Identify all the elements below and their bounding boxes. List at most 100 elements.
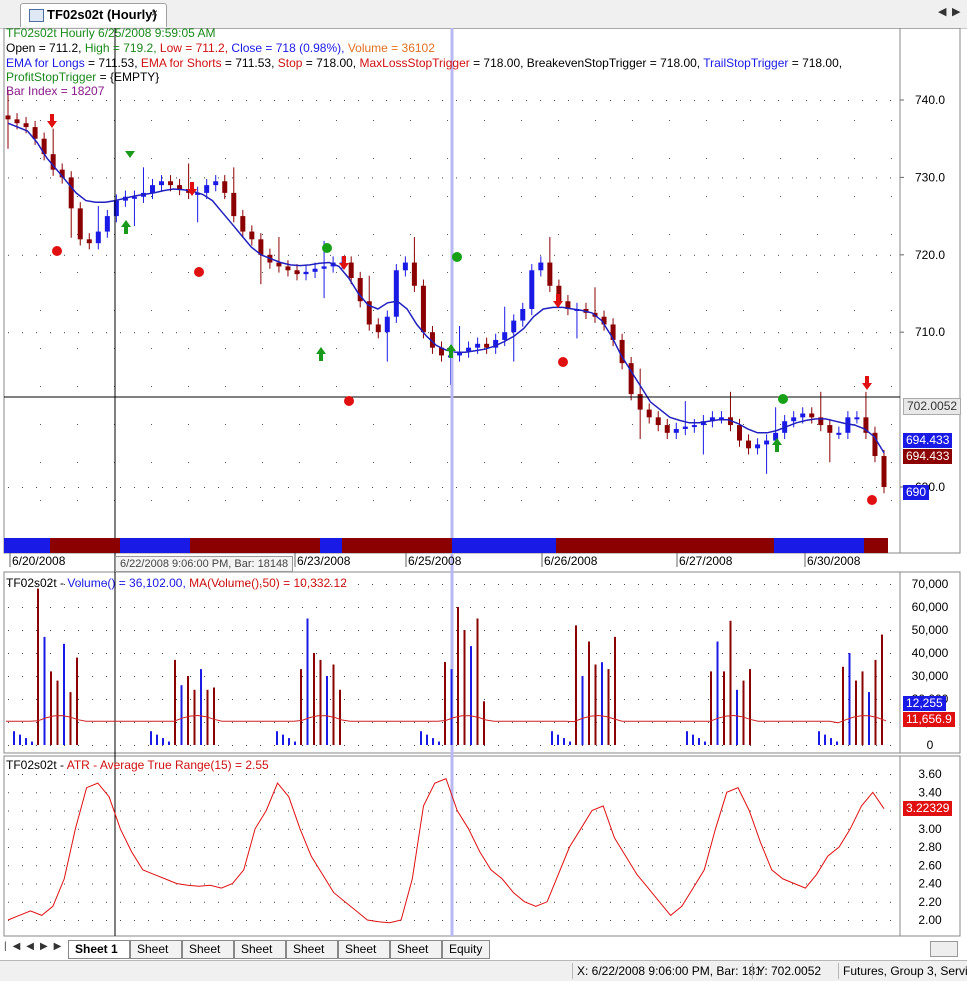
- grid-dot: [77, 120, 78, 121]
- sheet-nav-icons[interactable]: |◀◀▶▶|: [4, 941, 76, 952]
- grid-dot: [40, 348, 41, 349]
- stop-dot: [867, 495, 877, 505]
- price-grid-dot: [736, 177, 737, 179]
- sheet-tab-sheet-5[interactable]: Sheet 5: [286, 940, 338, 973]
- scroll-left-icon[interactable]: ◀: [938, 5, 946, 18]
- atr-grid-dot: [792, 810, 793, 812]
- volume-grid-dot: [78, 699, 79, 700]
- volume-grid-dot: [232, 630, 233, 631]
- atr-grid-dot: [274, 810, 275, 812]
- price-grid-dot: [498, 254, 499, 256]
- stop-value: = 718.00,: [302, 56, 360, 70]
- volume-grid-dot: [190, 676, 191, 677]
- atr-grid-dot: [372, 774, 373, 775]
- volume-grid-dot: [218, 630, 219, 631]
- price-grid-dot: [414, 100, 415, 101]
- price-grid-dot: [50, 100, 51, 101]
- atr-grid-dot: [148, 883, 149, 885]
- price-grid-dot: [540, 487, 541, 488]
- sheet-tab-sheet-1[interactable]: Sheet 1: [68, 940, 130, 959]
- sheet-tab-sheet-2[interactable]: Sheet 2: [130, 940, 182, 973]
- price-grid-dot: [652, 177, 653, 179]
- volume-grid-dot: [834, 607, 835, 608]
- volume-grid-dot: [22, 699, 23, 700]
- candle: [836, 432, 842, 435]
- atr-grid-dot: [456, 847, 457, 848]
- volume-grid-dot: [806, 653, 807, 654]
- volume-bar: [37, 588, 39, 745]
- atr-grid-dot: [498, 920, 499, 921]
- candle: [68, 177, 74, 209]
- sheet-tab-sheet-3[interactable]: Sheet 3: [182, 940, 234, 973]
- atr-grid-dot: [162, 920, 163, 921]
- volume-grid-dot: [820, 745, 821, 746]
- atr-grid-dot: [568, 828, 569, 830]
- grid-dot: [188, 348, 189, 349]
- volume-grid-dot: [316, 722, 317, 723]
- horizontal-scrollbar[interactable]: [930, 941, 958, 957]
- price-grid-dot: [148, 332, 149, 334]
- price-grid-dot: [778, 487, 779, 488]
- atr-grid-dot: [316, 847, 317, 848]
- price-grid-dot: [78, 177, 79, 179]
- atr-grid-dot: [274, 828, 275, 830]
- grid-dot: [151, 500, 152, 501]
- volume-grid-dot: [540, 676, 541, 677]
- price-grid-dot: [750, 487, 751, 488]
- grid-dot: [817, 500, 818, 501]
- volume-grid-dot: [428, 745, 429, 746]
- volume-grid-dot: [540, 630, 541, 631]
- atr-grid-dot: [568, 920, 569, 921]
- atr-grid-dot: [330, 920, 331, 921]
- atr-grid-dot: [78, 828, 79, 830]
- grid-dot: [780, 386, 781, 387]
- price-axis-tick: 720.0: [915, 248, 945, 262]
- volume-grid-dot: [414, 676, 415, 677]
- atr-grid-dot: [400, 883, 401, 885]
- volume-bar: [855, 680, 857, 745]
- atr-grid-dot: [498, 792, 499, 794]
- chart-tab[interactable]: TF02s02t (Hourly) ×: [20, 3, 167, 27]
- atr-grid-dot: [78, 847, 79, 848]
- atr-grid-dot: [302, 883, 303, 885]
- atr-grid-dot: [8, 792, 9, 794]
- atr-grid-dot: [106, 847, 107, 848]
- volume-grid-dot: [260, 630, 261, 631]
- price-grid-dot: [554, 100, 555, 101]
- profit-label: ProfitStopTrigger: [6, 70, 97, 84]
- atr-grid-dot: [232, 847, 233, 848]
- atr-grid-dot: [134, 901, 135, 903]
- volume-grid-dot: [526, 722, 527, 723]
- chart-area[interactable]: 740.0730.0720.0710.0690.06/20/2008 6/23/2…: [0, 28, 967, 938]
- close-icon[interactable]: ×: [151, 6, 158, 20]
- sheet-tab-sheet-7[interactable]: Sheet 7: [390, 940, 442, 973]
- atr-grid-dot: [316, 810, 317, 812]
- scroll-right-icon[interactable]: ▶: [952, 5, 960, 18]
- atr-legend: TF02s02t - ATR - Average True Range(15) …: [6, 758, 269, 772]
- volume-grid-dot: [820, 607, 821, 608]
- volume-grid-dot: [176, 630, 177, 631]
- volume-grid-dot: [218, 745, 219, 746]
- volume-grid-dot: [218, 676, 219, 677]
- grid-dot: [336, 462, 337, 463]
- atr-grid-dot: [736, 847, 737, 848]
- volume-grid-dot: [498, 584, 499, 585]
- grid-dot: [373, 348, 374, 349]
- price-grid-dot: [218, 332, 219, 334]
- atr-grid-dot: [50, 901, 51, 903]
- volume-grid-dot: [456, 653, 457, 654]
- price-grid-dot: [414, 177, 415, 179]
- sheet-tab-sheet-4[interactable]: Sheet 4: [234, 940, 286, 973]
- grid-dot: [521, 348, 522, 349]
- atr-grid-dot: [764, 774, 765, 775]
- sheet-tab-equity[interactable]: Equity: [442, 940, 490, 959]
- atr-grid-dot: [232, 901, 233, 903]
- grid-dot: [669, 424, 670, 425]
- volume-grid-dot: [134, 676, 135, 677]
- sheet-tab-sheet-6[interactable]: Sheet 6: [338, 940, 390, 973]
- atr-grid-dot: [470, 901, 471, 903]
- price-grid-dot: [8, 487, 9, 488]
- atr-grid-dot: [288, 792, 289, 794]
- atr-axis-tick: 3.60: [918, 767, 942, 781]
- price-grid-dot: [176, 254, 177, 256]
